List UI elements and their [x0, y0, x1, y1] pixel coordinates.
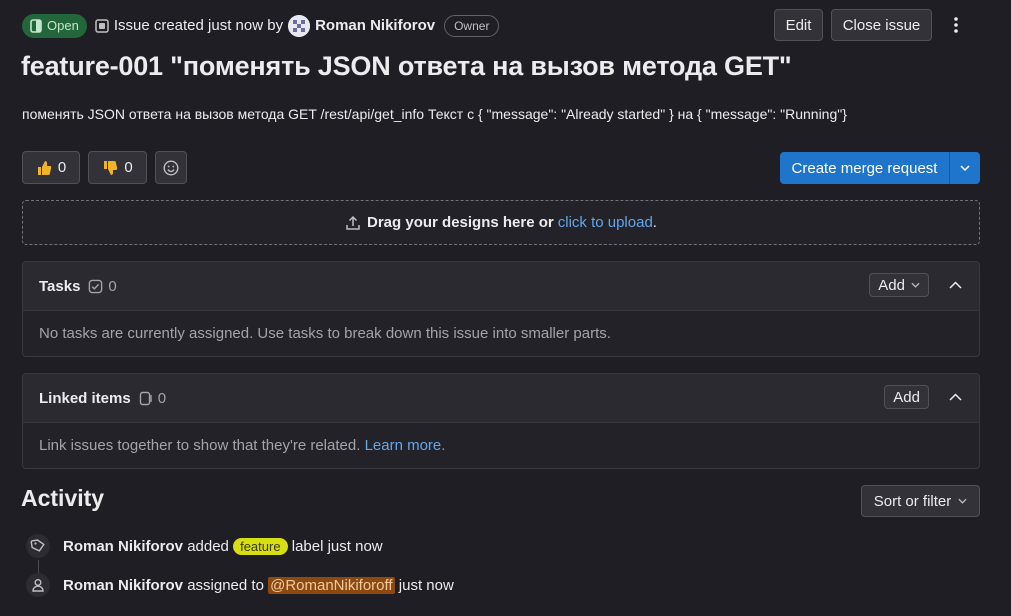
- event-suffix: just now: [398, 576, 454, 594]
- avatar[interactable]: [288, 14, 311, 37]
- smiley-icon: [163, 159, 179, 176]
- activity-event: Roman Nikiforov assigned to @RomanNikifo…: [26, 573, 454, 597]
- ellipsis-v-icon: [954, 17, 958, 33]
- dropzone-suffix: .: [652, 214, 657, 231]
- thumbs-down-button[interactable]: 0: [88, 151, 147, 184]
- add-task-label: Add: [878, 276, 905, 294]
- label-badge[interactable]: feature: [233, 537, 288, 555]
- activity-event: Roman Nikiforov added feature label just…: [26, 534, 383, 558]
- learn-more-link[interactable]: Learn more.: [365, 437, 446, 454]
- assignee-event-marker: [26, 573, 50, 597]
- upload-icon: [346, 215, 360, 230]
- tasks-title: Tasks: [39, 277, 81, 295]
- chevron-up-icon: [948, 281, 962, 289]
- thumbs-down-icon: [104, 160, 118, 175]
- status-label: Open: [47, 18, 79, 33]
- event-author[interactable]: Roman Nikiforov: [63, 538, 183, 555]
- close-issue-button[interactable]: Close issue: [831, 9, 932, 41]
- issue-header: Open Issue created just now by Roman Nik…: [22, 12, 500, 39]
- issue-title: feature-001 "поменять JSON ответа на выз…: [21, 51, 792, 81]
- add-reaction-button[interactable]: [155, 151, 187, 184]
- upload-link[interactable]: click to upload: [558, 214, 653, 231]
- linked-items-actions: Add: [884, 385, 967, 409]
- create-merge-request-button[interactable]: Create merge request: [780, 152, 949, 184]
- activity-heading: Activity: [21, 485, 105, 511]
- tasks-actions: Add: [869, 273, 967, 297]
- chevron-down-icon: [958, 498, 967, 504]
- tasks-widget: Tasks 0 Add No tasks are currently assig…: [22, 261, 980, 357]
- tasks-count: 0: [88, 277, 117, 295]
- collapse-linked-items-button[interactable]: [943, 385, 967, 409]
- author-link[interactable]: Roman Nikiforov: [315, 17, 435, 34]
- avatar-image: [288, 14, 311, 37]
- chevron-down-icon: [959, 165, 970, 171]
- user-icon: [32, 579, 44, 592]
- merge-request-split-button: Create merge request: [780, 152, 980, 184]
- add-linked-item-button[interactable]: Add: [884, 385, 929, 409]
- status-badge: Open: [22, 13, 87, 38]
- dropzone-text: Drag your designs here or: [367, 214, 554, 231]
- collapse-tasks-button[interactable]: [943, 273, 967, 297]
- design-dropzone[interactable]: Drag your designs here or click to uploa…: [22, 200, 980, 245]
- thumbs-up-button[interactable]: 0: [22, 151, 80, 184]
- linked-items-widget: Linked items 0 Add Link issues together …: [22, 373, 980, 469]
- task-done-icon: [89, 279, 103, 293]
- issue-open-icon: [30, 18, 42, 33]
- created-text: Issue created just now by: [113, 17, 284, 34]
- linked-items-title: Linked items: [39, 389, 131, 407]
- issue-meta: Issue created just now by Roman Nikiforo…: [95, 14, 500, 37]
- sort-filter-button[interactable]: Sort or filter: [861, 485, 980, 517]
- role-badge: Owner: [444, 14, 500, 37]
- event-verb: added: [187, 537, 229, 555]
- user-mention[interactable]: @RomanNikiforoff: [268, 576, 395, 594]
- chevron-up-icon: [948, 393, 962, 401]
- linked-items-empty: Link issues together to show that they'r…: [23, 423, 979, 468]
- issue-type-icon: [95, 18, 109, 33]
- tasks-count-value: 0: [108, 277, 117, 295]
- issue-link-icon: [139, 391, 152, 405]
- tasks-empty-text: No tasks are currently assigned. Use tas…: [39, 325, 611, 342]
- event-verb: assigned to: [187, 576, 264, 594]
- linked-items-count: 0: [139, 390, 166, 407]
- thumbs-down-count: 0: [124, 159, 133, 176]
- issue-description: поменять JSON ответа на вызов метода GET…: [22, 106, 847, 122]
- linked-items-count-value: 0: [157, 389, 167, 407]
- more-actions-button[interactable]: [944, 13, 968, 37]
- thumbs-up-icon: [37, 160, 52, 175]
- event-author[interactable]: Roman Nikiforov: [63, 577, 183, 594]
- edit-button[interactable]: Edit: [774, 9, 823, 41]
- tasks-header: Tasks 0 Add: [23, 262, 979, 311]
- chevron-down-icon: [911, 282, 920, 288]
- add-task-button[interactable]: Add: [869, 273, 929, 297]
- merge-request-dropdown-toggle[interactable]: [949, 152, 980, 184]
- label-event-marker: [26, 534, 50, 558]
- linked-items-empty-text: Link issues together to show that they'r…: [39, 437, 361, 454]
- thumbs-up-count: 0: [57, 159, 67, 176]
- label-icon: [30, 539, 45, 552]
- linked-items-header: Linked items 0 Add: [23, 374, 979, 423]
- event-suffix: label just now: [291, 537, 383, 555]
- sort-filter-label: Sort or filter: [873, 492, 952, 510]
